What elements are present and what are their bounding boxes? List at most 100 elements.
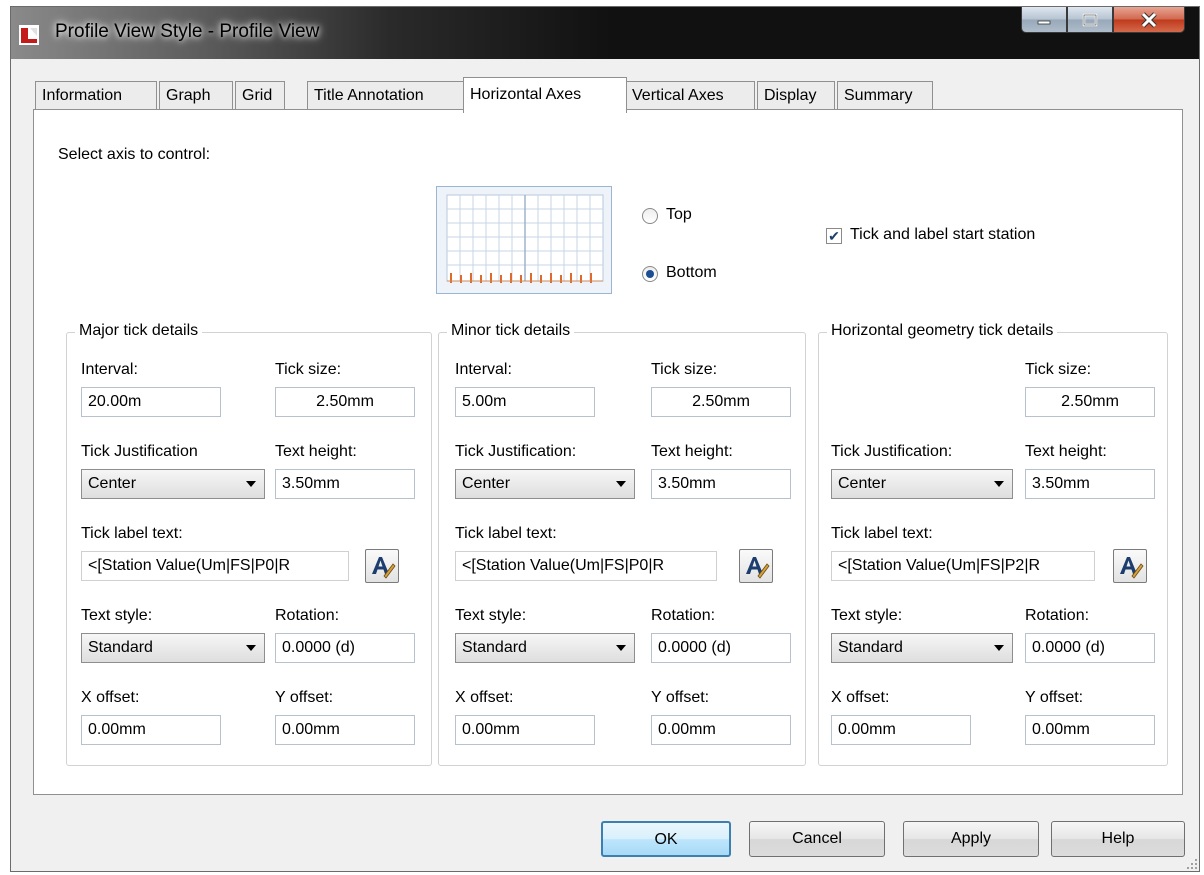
minor-x-offset-label: X offset: [455,689,514,706]
app-icon [19,25,39,45]
cancel-button[interactable]: Cancel [749,821,885,857]
maximize-button[interactable] [1067,7,1113,33]
major-tick-group: Major tick details Interval: 20.00m Tick… [66,322,432,766]
minor-interval-input[interactable]: 5.00m [455,387,595,417]
chevron-down-icon [994,481,1004,487]
minor-text-height-input[interactable]: 3.50mm [651,469,791,499]
tab-title-annotation[interactable]: Title Annotation [307,81,465,111]
geometry-text-style-label: Text style: [831,607,903,624]
top-radio[interactable] [642,208,658,224]
geometry-text-height-input[interactable]: 3.50mm [1025,469,1155,499]
minor-rotation-label: Rotation: [651,607,716,624]
geometry-tick-size-label: Tick size: [1025,361,1092,378]
minor-tick-group: Minor tick details Interval: 5.00m Tick … [438,322,806,766]
minimize-icon [1037,20,1051,24]
geometry-rotation-input[interactable]: 0.0000 (d) [1025,633,1155,663]
geometry-text-style-value: Standard [838,639,903,656]
axis-preview-icon [446,194,604,283]
chevron-down-icon [616,481,626,487]
minor-justification-label: Tick Justification: [455,443,577,460]
major-tick-size-input[interactable]: 2.50mm [275,387,415,417]
minor-tick-size-label: Tick size: [651,361,718,378]
major-y-offset-input[interactable]: 0.00mm [275,715,415,745]
geometry-justification-label: Tick Justification: [831,443,953,460]
geometry-x-offset-input[interactable]: 0.00mm [831,715,971,745]
title-bar[interactable]: Profile View Style - Profile View [11,7,1199,59]
geometry-x-offset-label: X offset: [831,689,890,706]
minor-text-style-select[interactable]: Standard [455,633,635,663]
geometry-tick-group: Horizontal geometry tick details Tick si… [818,322,1168,766]
tab-vertical-axes[interactable]: Vertical Axes [625,81,755,111]
minor-label-text-label: Tick label text: [455,525,557,542]
major-rotation-label: Rotation: [275,607,340,624]
geometry-justification-select[interactable]: Center [831,469,1013,499]
minor-text-style-value: Standard [462,639,527,656]
axis-preview [436,186,612,294]
geometry-y-offset-label: Y offset: [1025,689,1084,706]
major-text-style-value: Standard [88,639,153,656]
major-label-text-label: Tick label text: [81,525,183,542]
resize-grip-icon[interactable] [1185,857,1199,871]
minor-rotation-input[interactable]: 0.0000 (d) [651,633,791,663]
ok-button[interactable]: OK [601,821,731,857]
geometry-tick-title: Horizontal geometry tick details [827,322,1058,340]
major-text-style-select[interactable]: Standard [81,633,265,663]
minor-interval-label: Interval: [455,361,512,378]
chevron-down-icon [246,481,256,487]
major-tick-title: Major tick details [75,322,203,340]
bottom-radio-label: Bottom [666,264,717,281]
help-button[interactable]: Help [1051,821,1185,857]
tab-summary[interactable]: Summary [837,81,933,111]
geometry-label-text-label: Tick label text: [831,525,933,542]
chevron-down-icon [994,645,1004,651]
minor-label-edit-button[interactable] [739,549,773,583]
major-interval-label: Interval: [81,361,138,378]
major-text-height-label: Text height: [275,443,357,460]
text-component-editor-icon [1120,557,1144,579]
close-button[interactable] [1113,7,1185,33]
chevron-down-icon [246,645,256,651]
major-tick-size-label: Tick size: [275,361,342,378]
chevron-down-icon [616,645,626,651]
geometry-tick-size-input[interactable]: 2.50mm [1025,387,1155,417]
tick-start-station-label: Tick and label start station [850,226,1036,243]
major-justification-value: Center [88,475,137,492]
bottom-radio[interactable] [642,266,658,282]
apply-button[interactable]: Apply [903,821,1039,857]
geometry-text-style-select[interactable]: Standard [831,633,1013,663]
maximize-icon [1082,13,1098,26]
tab-grid[interactable]: Grid [235,81,285,111]
minor-y-offset-input[interactable]: 0.00mm [651,715,791,745]
major-x-offset-input[interactable]: 0.00mm [81,715,221,745]
major-y-offset-label: Y offset: [275,689,334,706]
minor-text-style-label: Text style: [455,607,527,624]
major-x-offset-label: X offset: [81,689,140,706]
minor-justification-value: Center [462,475,511,492]
major-justification-select[interactable]: Center [81,469,265,499]
minor-tick-size-input[interactable]: 2.50mm [651,387,791,417]
major-text-style-label: Text style: [81,607,153,624]
close-icon [1141,11,1157,28]
minimize-button[interactable] [1021,7,1067,33]
geometry-label-edit-button[interactable] [1113,549,1147,583]
minor-justification-select[interactable]: Center [455,469,635,499]
geometry-y-offset-input[interactable]: 0.00mm [1025,715,1155,745]
major-label-edit-button[interactable] [365,549,399,583]
major-text-height-input[interactable]: 3.50mm [275,469,415,499]
horizontal-axes-panel: Select axis to control: Top Bottom ✔ Tic… [33,109,1183,795]
tab-display[interactable]: Display [757,81,835,111]
geometry-text-height-label: Text height: [1025,443,1107,460]
tab-horizontal-axes[interactable]: Horizontal Axes [463,77,627,113]
select-axis-label: Select axis to control: [58,146,211,163]
major-label-text-field: <[Station Value(Um|FS|P0|R [81,551,349,581]
tab-graph[interactable]: Graph [159,81,233,111]
major-interval-input[interactable]: 20.00m [81,387,221,417]
minor-tick-title: Minor tick details [447,322,575,340]
tab-information[interactable]: Information [35,81,157,111]
minor-text-height-label: Text height: [651,443,733,460]
minor-x-offset-input[interactable]: 0.00mm [455,715,595,745]
major-rotation-input[interactable]: 0.0000 (d) [275,633,415,663]
tick-start-station-checkbox[interactable]: ✔ [826,228,842,244]
window-title: Profile View Style - Profile View [55,21,320,42]
minor-y-offset-label: Y offset: [651,689,710,706]
